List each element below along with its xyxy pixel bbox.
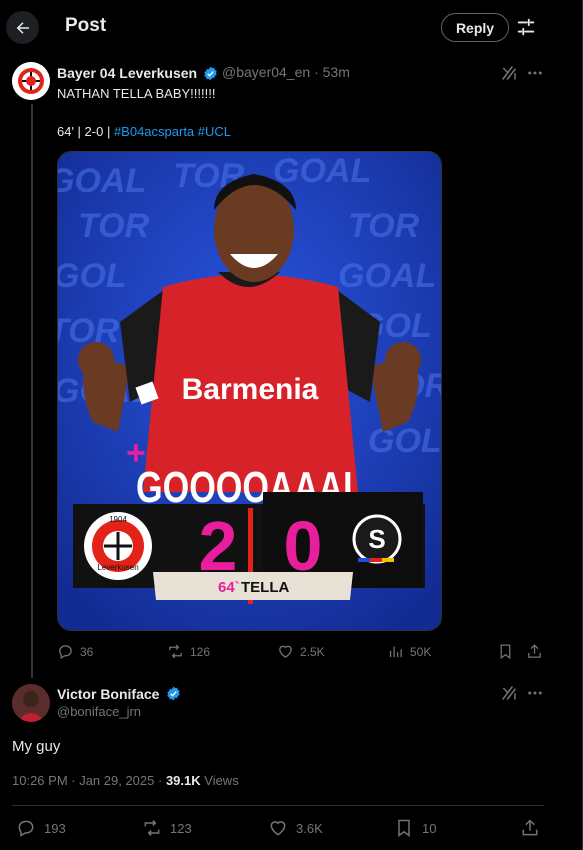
repost-action[interactable]: 126 bbox=[167, 643, 210, 660]
timestamp-link[interactable]: 10:26 PM · Jan 29, 2025 bbox=[12, 773, 154, 788]
bg-word: GOL bbox=[368, 422, 442, 460]
repost-icon bbox=[169, 644, 182, 659]
sliders-icon[interactable] bbox=[515, 16, 537, 38]
post-image[interactable]: GOAL TOR GOAL TOR TOR GOL GOAL GOL TOR T… bbox=[57, 151, 442, 631]
verified-badge-icon bbox=[204, 66, 217, 81]
verified-badge-icon bbox=[167, 686, 180, 701]
reply-button[interactable]: Reply bbox=[441, 13, 509, 42]
page-title: Post bbox=[65, 15, 107, 36]
repost-action[interactable]: 123 bbox=[142, 818, 192, 838]
thread-line bbox=[31, 104, 33, 678]
share-icon[interactable] bbox=[520, 818, 540, 838]
author-handle[interactable]: @bayer04_en bbox=[222, 64, 310, 80]
badge-year: 1904 bbox=[109, 515, 127, 524]
heart-icon bbox=[279, 645, 292, 658]
hashtag-link[interactable]: #UCL bbox=[198, 124, 231, 139]
goal-graphic: GOAL TOR GOAL TOR TOR GOL GOAL GOL TOR T… bbox=[58, 152, 442, 630]
reply-icon bbox=[59, 645, 72, 660]
heart-icon bbox=[270, 821, 286, 836]
reply-author-handle[interactable]: @boniface_jrn bbox=[57, 704, 141, 719]
hashtag-link[interactable]: #B04acsparta bbox=[114, 124, 194, 139]
more-icon[interactable] bbox=[526, 684, 544, 702]
reply-author-name[interactable]: Victor Boniface bbox=[57, 686, 159, 702]
grok-icon[interactable] bbox=[500, 64, 518, 82]
post-time[interactable]: 53m bbox=[323, 64, 350, 80]
bayer-badge-icon bbox=[12, 62, 50, 100]
reply-text: My guy bbox=[12, 738, 61, 755]
author-name[interactable]: Bayer 04 Leverkusen bbox=[57, 65, 197, 81]
like-action[interactable]: 2.5K bbox=[277, 643, 325, 660]
views-count: 39.1K bbox=[165, 773, 201, 788]
header: Post Reply bbox=[0, 0, 558, 54]
share-icon[interactable] bbox=[526, 643, 543, 660]
boniface-avatar[interactable] bbox=[12, 684, 50, 722]
more-icon[interactable] bbox=[526, 64, 544, 82]
profile-photo bbox=[12, 684, 50, 722]
reply-action[interactable]: 193 bbox=[16, 818, 66, 838]
scorer-name: TELLA bbox=[241, 579, 289, 596]
like-action[interactable]: 3.6K bbox=[268, 818, 323, 838]
divider bbox=[12, 805, 544, 806]
bayer-avatar[interactable] bbox=[12, 62, 50, 100]
bg-word: TOR bbox=[348, 207, 420, 245]
bg-word: GOL bbox=[58, 257, 127, 295]
shirt-sponsor: Barmenia bbox=[182, 373, 319, 406]
back-arrow-icon bbox=[16, 21, 29, 34]
back-button[interactable] bbox=[6, 11, 39, 44]
post-meta: @bayer04_en · 53m bbox=[222, 64, 350, 80]
bg-word: TOR bbox=[78, 207, 150, 245]
sparta-badge: S bbox=[368, 524, 385, 554]
post-text-line2: 64' | 2-0 | #B04acsparta #UCL bbox=[57, 124, 232, 139]
reply-icon bbox=[18, 820, 34, 837]
post-text-line1: NATHAN TELLA BABY!!!!!!! bbox=[57, 86, 216, 101]
bookmark-action[interactable]: 10 bbox=[394, 818, 436, 838]
bg-word: GOAL bbox=[273, 152, 371, 190]
post-timestamp: 10:26 PM · Jan 29, 2025 · 39.1K Views bbox=[12, 773, 239, 788]
bookmark-icon bbox=[398, 819, 410, 837]
bg-word: GOAL bbox=[338, 257, 436, 295]
bookmark-icon[interactable] bbox=[497, 643, 514, 660]
grok-icon[interactable] bbox=[500, 684, 518, 702]
views-chart-icon bbox=[389, 646, 402, 658]
repost-icon bbox=[144, 819, 160, 837]
post-page: Post Reply Bayer 04 Leverkusen @bayer04_… bbox=[0, 0, 583, 850]
goal-minute: 64` bbox=[218, 579, 240, 596]
views-action[interactable]: 50K bbox=[387, 643, 431, 660]
reply-action[interactable]: 36 bbox=[57, 643, 93, 660]
badge-name: Leverkusen bbox=[97, 563, 138, 572]
bg-word: GOAL bbox=[58, 162, 146, 200]
